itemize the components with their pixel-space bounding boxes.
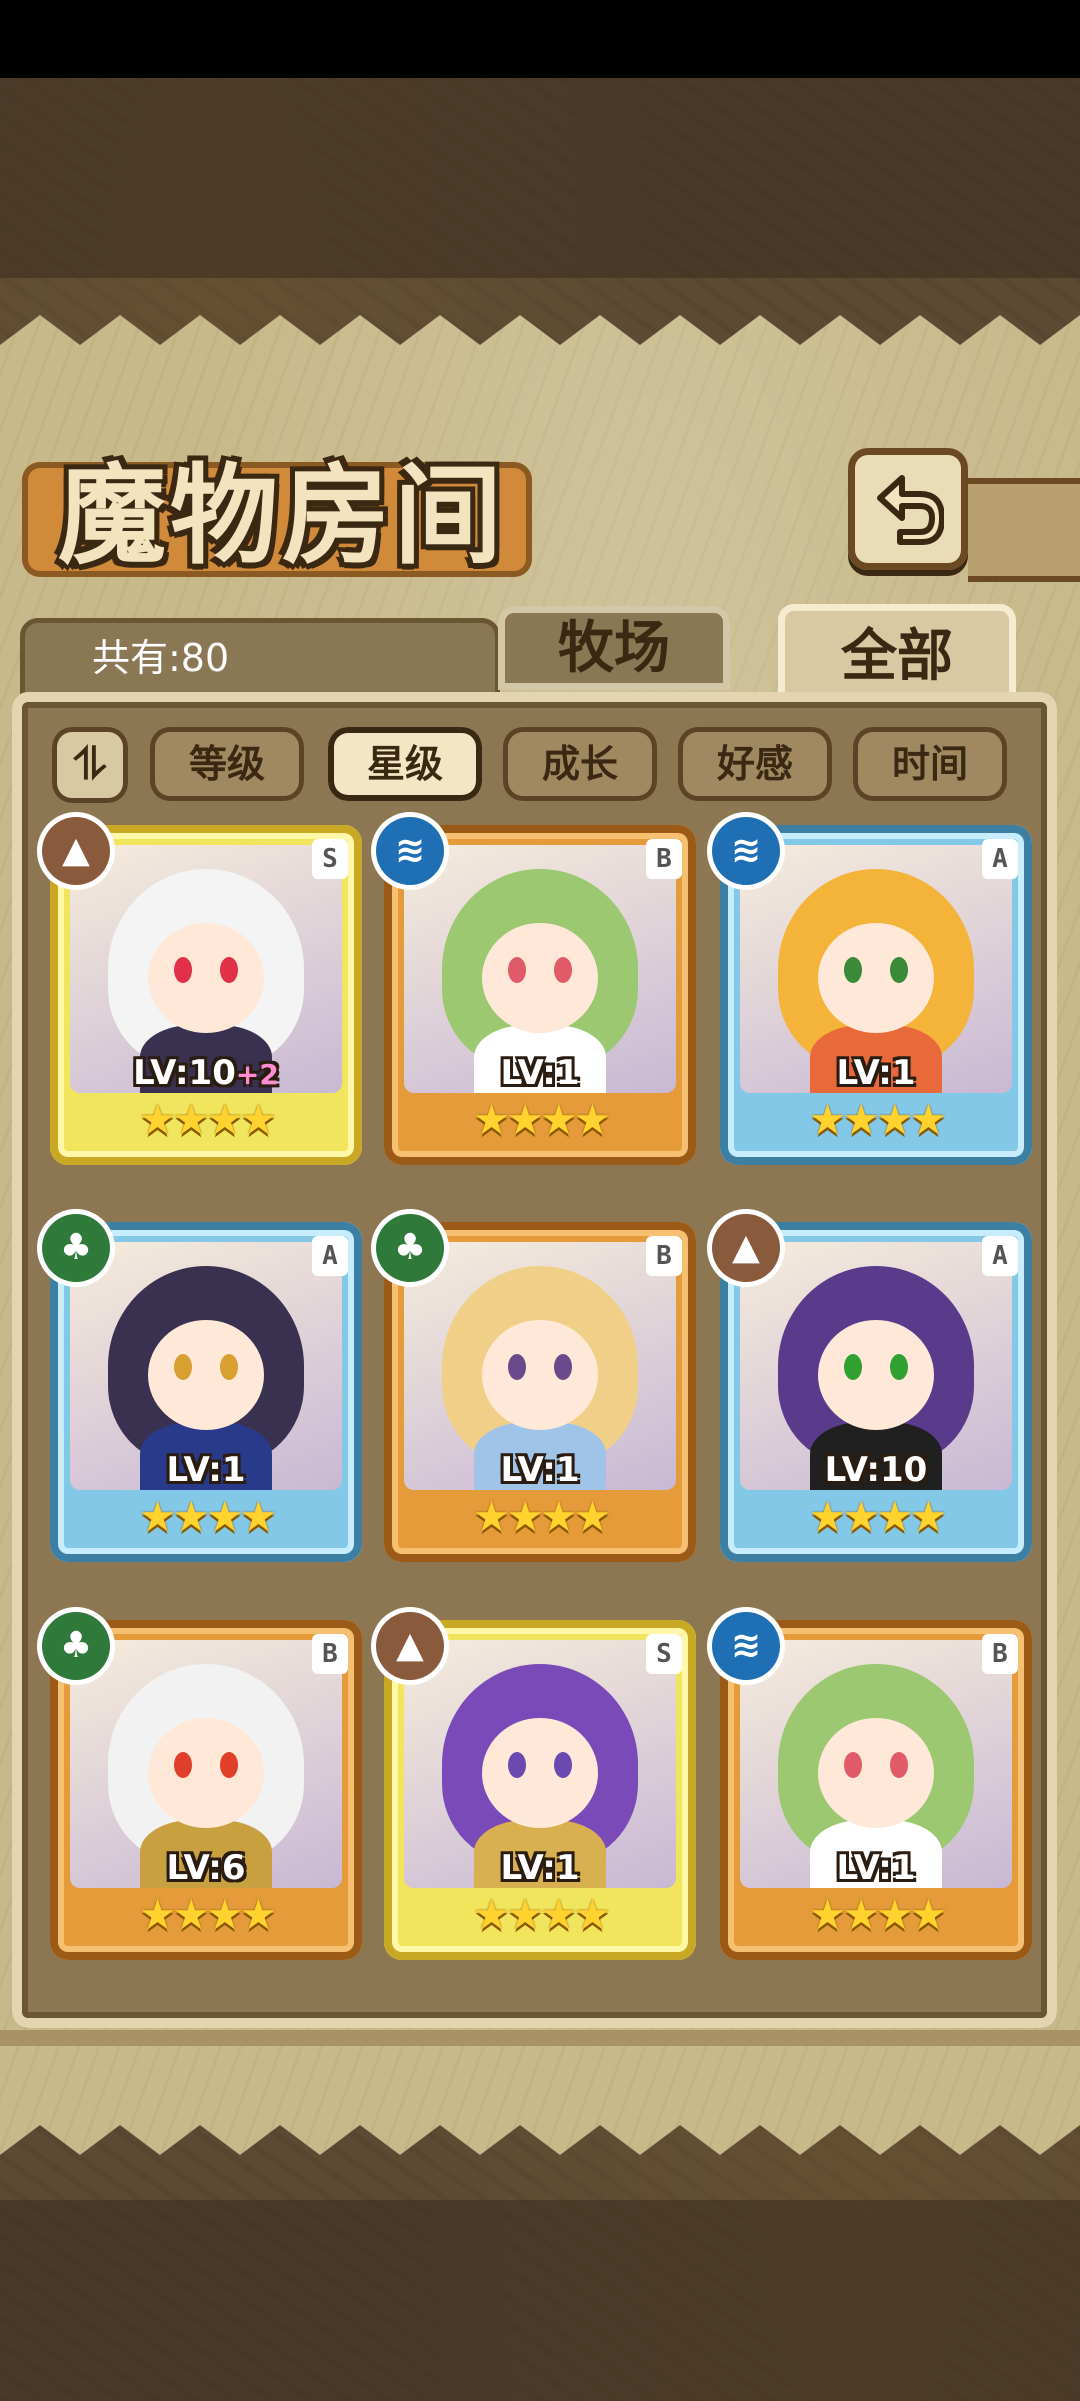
grass-element-icon: ♣ (42, 1612, 110, 1680)
star-rating: ★★★★ (138, 1890, 278, 1939)
grass-element-icon: ♣ (376, 1214, 444, 1282)
rank-badge: A (982, 1236, 1018, 1276)
monster-level: LV:1 (500, 1848, 580, 1888)
back-button-rail (968, 478, 1080, 582)
monster-level: LV:10 (824, 1450, 928, 1490)
monster-card[interactable]: A ▲ LV:10 ★★★★ (712, 1214, 1032, 1562)
star-rating: ★★★★ (808, 1492, 948, 1541)
panel-bottom-rail (0, 2030, 1080, 2046)
level-bonus: +2 (235, 1058, 279, 1091)
monster-card[interactable]: B ♣ LV:6 ★★★★ (42, 1612, 362, 1960)
sort-chip-level[interactable]: 等级 (150, 727, 304, 801)
star-rating: ★★★★ (808, 1890, 948, 1939)
monster-card[interactable]: B ≋ LV:1 ★★★★ (376, 817, 696, 1165)
monster-level: LV:1 (500, 1450, 580, 1490)
monster-level: LV:6 (166, 1848, 246, 1888)
monster-level: LV:1 (836, 1848, 916, 1888)
rank-badge: B (982, 1634, 1018, 1674)
monster-level: LV:1 (166, 1450, 246, 1490)
sort-chip-time[interactable]: 时间 (853, 727, 1007, 801)
rank-badge: B (646, 1236, 682, 1276)
sort-order-button[interactable]: ⥮ (52, 727, 128, 803)
monster-card[interactable]: B ♣ LV:1 ★★★★ (376, 1214, 696, 1562)
top-shadow-band (0, 78, 1080, 278)
grass-element-icon: ♣ (42, 1214, 110, 1282)
star-rating: ★★★★ (472, 1095, 612, 1144)
return-arrow-icon (877, 475, 944, 545)
monster-level: LV:1 (500, 1053, 580, 1093)
sort-chip-affection[interactable]: 好感 (678, 727, 832, 801)
sort-chip-growth[interactable]: 成长 (503, 727, 657, 801)
monster-card[interactable]: A ♣ LV:1 ★★★★ (42, 1214, 362, 1562)
monster-card[interactable]: S ▲ LV:10+2 ★★★★ (42, 817, 362, 1165)
star-rating: ★★★★ (808, 1095, 948, 1144)
monster-level: LV:10+2 (133, 1053, 279, 1093)
water-element-icon: ≋ (712, 1612, 780, 1680)
monster-level: LV:1 (836, 1053, 916, 1093)
rank-badge: A (312, 1236, 348, 1276)
monster-card[interactable]: B ≋ LV:1 ★★★★ (712, 1612, 1032, 1960)
rank-badge: A (982, 839, 1018, 879)
back-button[interactable] (848, 448, 968, 570)
water-element-icon: ≋ (712, 817, 780, 885)
earth-element-icon: ▲ (376, 1612, 444, 1680)
rank-badge: S (646, 1634, 682, 1674)
page-title: 魔物房间 (58, 453, 507, 579)
bottom-shadow-band (0, 2200, 1080, 2401)
sort-order-icon: ⥮ (74, 739, 106, 790)
earth-element-icon: ▲ (712, 1214, 780, 1282)
rank-badge: S (312, 839, 348, 879)
total-count-label: 共有:80 (92, 636, 230, 680)
tab-ranch[interactable]: 牧场 (498, 606, 730, 690)
star-rating: ★★★★ (138, 1095, 278, 1144)
star-rating: ★★★★ (472, 1890, 612, 1939)
water-element-icon: ≋ (376, 817, 444, 885)
rank-badge: B (646, 839, 682, 879)
rank-badge: B (312, 1634, 348, 1674)
sort-chip-star[interactable]: 星级 (328, 727, 482, 801)
earth-element-icon: ▲ (42, 817, 110, 885)
star-rating: ★★★★ (138, 1492, 278, 1541)
star-rating: ★★★★ (472, 1492, 612, 1541)
monster-card[interactable]: S ▲ LV:1 ★★★★ (376, 1612, 696, 1960)
monster-card[interactable]: A ≋ LV:1 ★★★★ (712, 817, 1032, 1165)
